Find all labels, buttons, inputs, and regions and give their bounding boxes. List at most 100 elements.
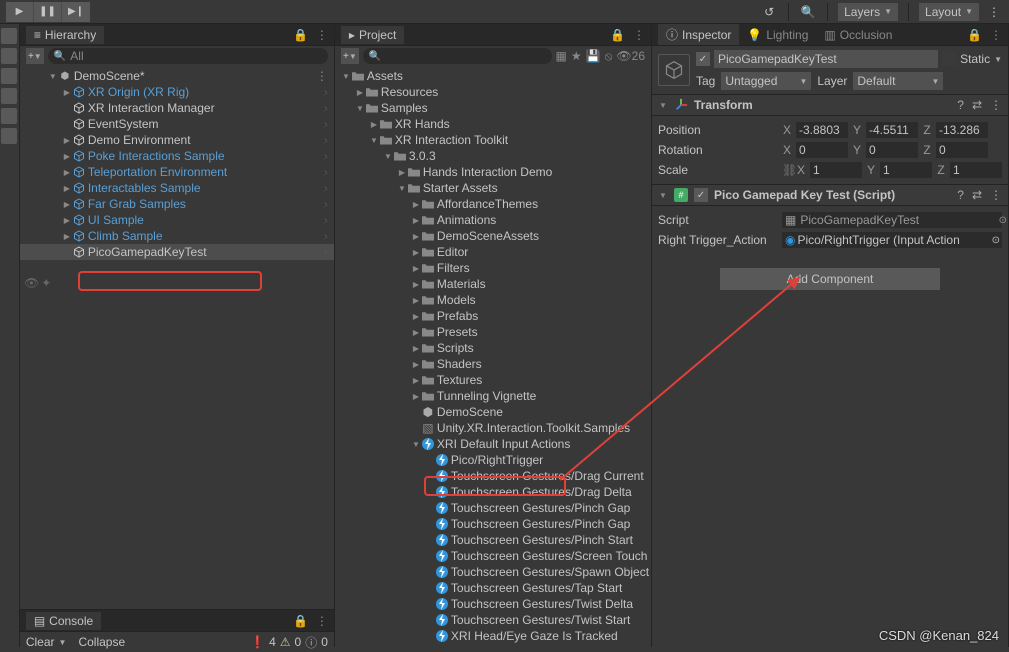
undo-history-icon[interactable]: ↺ <box>760 3 778 21</box>
fold-icon[interactable]: ▶ <box>62 136 72 145</box>
fold-icon[interactable]: ▼ <box>397 184 407 193</box>
hierarchy-item[interactable]: ▶Teleportation Environment› <box>20 164 334 180</box>
tool-scale[interactable] <box>1 88 17 104</box>
fold-icon[interactable]: ▶ <box>411 200 421 209</box>
project-item[interactable]: ▶Resources <box>335 84 651 100</box>
menu-icon[interactable]: ⋮ <box>985 3 1003 21</box>
layout-dropdown[interactable]: Layout▼ <box>919 3 979 21</box>
project-item[interactable]: ⬢DemoScene <box>335 404 651 420</box>
project-item[interactable]: ▶Hands Interaction Demo <box>335 164 651 180</box>
hierarchy-item[interactable]: XR Interaction Manager› <box>20 100 334 116</box>
hierarchy-search[interactable]: 🔍All <box>48 48 328 64</box>
gameobject-icon[interactable] <box>658 54 690 86</box>
tool-transform[interactable] <box>1 128 17 144</box>
play-button[interactable]: ▶ <box>6 2 34 22</box>
fold-icon[interactable]: ▶ <box>62 232 72 241</box>
pause-button[interactable]: ❚❚ <box>34 2 62 22</box>
project-item[interactable]: ▶AffordanceThemes <box>335 196 651 212</box>
fold-icon[interactable]: ▼ <box>48 72 58 81</box>
component-menu-icon[interactable]: ⋮ <box>990 188 1002 202</box>
preset-icon[interactable]: ⇄ <box>972 98 982 112</box>
static-checkbox[interactable] <box>942 52 956 66</box>
project-item[interactable]: ▶Prefabs <box>335 308 651 324</box>
help-icon[interactable]: ? <box>957 98 964 112</box>
inspector-tab[interactable]: ⓘInspector <box>658 24 739 45</box>
project-item[interactable]: Touchscreen Gestures/Twist Start <box>335 612 651 628</box>
project-tab[interactable]: ▸ Project <box>341 26 404 44</box>
lock-icon[interactable]: 🔒 <box>967 28 982 42</box>
project-item[interactable]: ▶Animations <box>335 212 651 228</box>
preset-icon[interactable]: ⇄ <box>972 188 982 202</box>
tool-rect[interactable] <box>1 108 17 124</box>
project-item[interactable]: ▶XR Hands <box>335 116 651 132</box>
fold-icon[interactable]: ▼ <box>355 104 365 113</box>
project-search[interactable]: 🔍 <box>363 48 552 64</box>
project-item[interactable]: Touchscreen Gestures/Pinch Gap <box>335 516 651 532</box>
gameobject-name-field[interactable]: PicoGamepadKeyTest <box>714 50 938 68</box>
project-item[interactable]: Touchscreen Gestures/Pinch Gap <box>335 500 651 516</box>
panel-menu-icon[interactable]: ⋮ <box>633 28 645 42</box>
fold-icon[interactable]: ▶ <box>62 200 72 209</box>
scale-link-icon[interactable]: ⛓ <box>782 163 792 177</box>
fold-icon[interactable]: ▶ <box>411 216 421 225</box>
project-item[interactable]: Pico/RightTrigger <box>335 452 651 468</box>
project-item[interactable]: ▶Textures <box>335 372 651 388</box>
static-dropdown[interactable]: ▼ <box>994 55 1002 64</box>
layers-dropdown[interactable]: Layers▼ <box>838 3 898 21</box>
lock-icon[interactable]: 🔒 <box>610 28 625 42</box>
scale-x[interactable]: 1 <box>810 162 862 178</box>
position-y[interactable]: -4.5511 <box>866 122 918 138</box>
filter-icon[interactable]: ▦ <box>556 49 567 63</box>
project-item[interactable]: ▶Models <box>335 292 651 308</box>
fold-icon[interactable]: ▶ <box>62 152 72 161</box>
hierarchy-item[interactable]: ▶Poke Interactions Sample› <box>20 148 334 164</box>
project-tree[interactable]: ▼Assets▶Resources▼Samples▶XR Hands▼XR In… <box>335 66 651 647</box>
hierarchy-item[interactable]: ▶XR Origin (XR Rig)› <box>20 84 334 100</box>
tool-move[interactable] <box>1 48 17 64</box>
project-item[interactable]: Touchscreen Gestures/Twist Delta <box>335 596 651 612</box>
project-item[interactable]: Touchscreen Gestures/Drag Delta <box>335 484 651 500</box>
fold-icon[interactable]: ▶ <box>411 248 421 257</box>
panel-menu-icon[interactable]: ⋮ <box>990 28 1002 42</box>
fold-icon[interactable]: ▶ <box>411 280 421 289</box>
error-count[interactable]: ❗4 <box>250 634 276 651</box>
project-item[interactable]: Touchscreen Gestures/Screen Touch <box>335 548 651 564</box>
project-item[interactable]: ▼Samples <box>335 100 651 116</box>
fold-icon[interactable]: ▶ <box>411 296 421 305</box>
tag-dropdown[interactable]: Untagged▼ <box>721 72 811 90</box>
panel-menu-icon[interactable]: ⋮ <box>316 614 328 628</box>
project-item[interactable]: ▶Tunneling Vignette <box>335 388 651 404</box>
project-item[interactable]: ▶Shaders <box>335 356 651 372</box>
project-item[interactable]: Touchscreen Gestures/Tap Start <box>335 580 651 596</box>
project-item[interactable]: ▶Presets <box>335 324 651 340</box>
hierarchy-item[interactable]: ▼⬢DemoScene*⋮ <box>20 68 334 84</box>
step-button[interactable]: ▶❙ <box>62 2 90 22</box>
lock-icon[interactable]: 🔒 <box>293 28 308 42</box>
project-item[interactable]: ▼Assets <box>335 68 651 84</box>
search-icon[interactable]: 🔍 <box>799 3 817 21</box>
occlusion-tab[interactable]: ▥Occlusion <box>816 26 900 44</box>
info-count[interactable]: ⓘ0 <box>305 634 328 651</box>
hierarchy-item[interactable]: PicoGamepadKeyTest› <box>20 244 334 260</box>
fold-icon[interactable]: ▶ <box>411 360 421 369</box>
project-item[interactable]: ▶DemoSceneAssets <box>335 228 651 244</box>
lock-icon[interactable]: 🔒 <box>293 614 308 628</box>
fold-icon[interactable]: ▶ <box>355 88 365 97</box>
project-item[interactable]: ▧Unity.XR.Interaction.Toolkit.Samples <box>335 420 651 436</box>
hierarchy-item[interactable]: ▶UI Sample› <box>20 212 334 228</box>
hierarchy-item[interactable]: ▶Climb Sample› <box>20 228 334 244</box>
scene-menu-icon[interactable]: ⋮ <box>316 69 328 83</box>
tool-hand[interactable] <box>1 28 17 44</box>
project-item[interactable]: Touchscreen Gestures/Pinch Start <box>335 532 651 548</box>
add-component-button[interactable]: Add Component <box>720 268 940 290</box>
create-dropdown[interactable]: +▼ <box>341 48 359 64</box>
fold-icon[interactable]: ▶ <box>411 264 421 273</box>
transform-header[interactable]: ▼ Transform ? ⇄ ⋮ <box>652 94 1008 116</box>
help-icon[interactable]: ? <box>957 188 964 202</box>
right-trigger-action-field[interactable]: ◉Pico/RightTrigger (Input Action⊙ <box>782 232 1002 248</box>
save-icon[interactable]: 💾 <box>586 49 601 63</box>
fold-icon[interactable]: ▶ <box>411 328 421 337</box>
project-item[interactable]: XRI Head/Eye Gaze Is Tracked <box>335 628 651 644</box>
project-item[interactable]: ▼XR Interaction Toolkit <box>335 132 651 148</box>
project-item[interactable]: ▼3.0.3 <box>335 148 651 164</box>
